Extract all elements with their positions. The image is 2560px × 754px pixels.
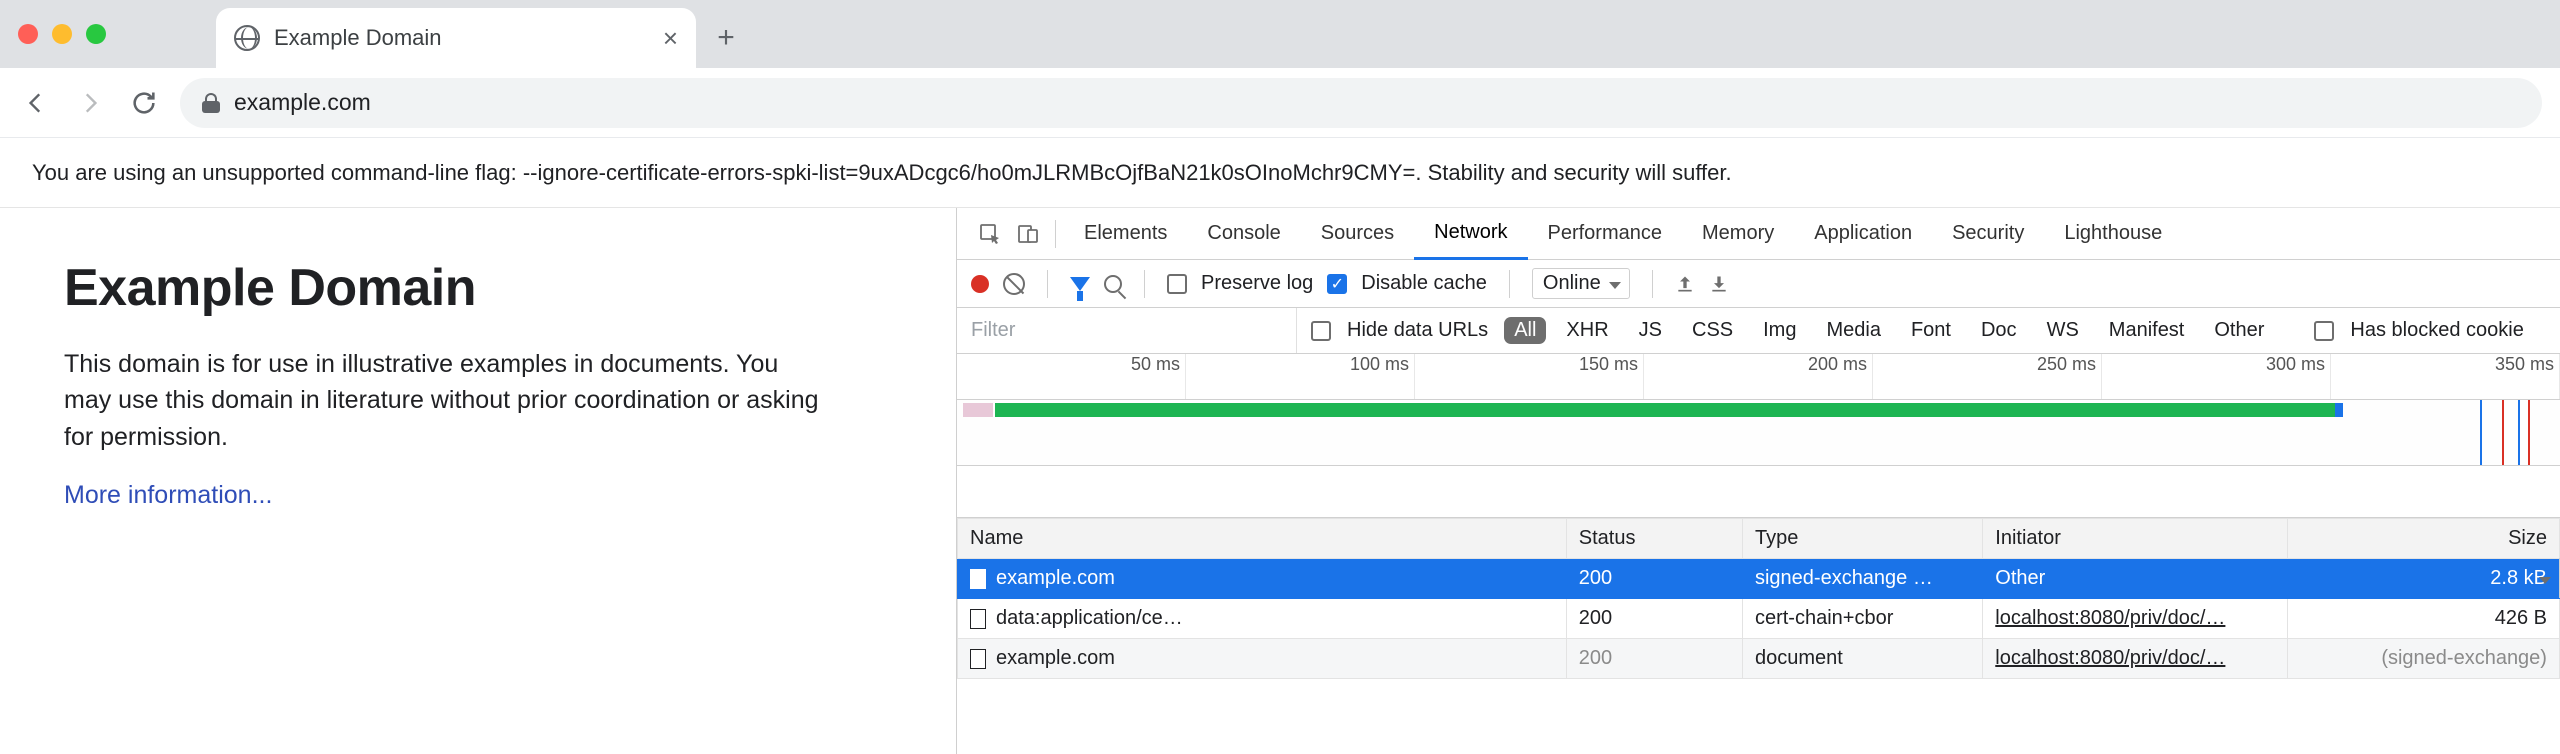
filter-type-font[interactable]: Font xyxy=(1901,317,1961,344)
devtools-tab-network[interactable]: Network xyxy=(1414,208,1527,260)
url-text: example.com xyxy=(234,89,371,116)
devtools-tab-application[interactable]: Application xyxy=(1794,208,1932,260)
timeline-tick: 200 ms xyxy=(1644,354,1873,399)
tab-close-icon[interactable]: × xyxy=(663,23,678,54)
timeline-tick: 150 ms xyxy=(1415,354,1644,399)
page-content: Example Domain This domain is for use in… xyxy=(0,208,956,754)
column-header-size[interactable]: Size xyxy=(2287,519,2559,559)
timeline-tick: 50 ms xyxy=(957,354,1186,399)
inspect-element-icon[interactable] xyxy=(971,222,1009,246)
globe-icon xyxy=(234,25,260,51)
window-controls xyxy=(18,24,106,44)
filter-type-other[interactable]: Other xyxy=(2204,317,2274,344)
filter-type-all[interactable]: All xyxy=(1504,317,1546,344)
new-tab-button[interactable]: + xyxy=(696,8,756,68)
timeline-tick: 300 ms xyxy=(2102,354,2331,399)
filter-type-doc[interactable]: Doc xyxy=(1971,317,2027,344)
page-heading: Example Domain xyxy=(64,258,892,318)
devtools-tab-bar: ElementsConsoleSourcesNetworkPerformance… xyxy=(957,208,2560,260)
filter-type-js[interactable]: JS xyxy=(1629,317,1672,344)
timeline-tick: 350 ms xyxy=(2331,354,2560,399)
warning-text: You are using an unsupported command-lin… xyxy=(32,160,1732,186)
zoom-window-button[interactable] xyxy=(86,24,106,44)
has-blocked-cookies-checkbox[interactable] xyxy=(2314,321,2334,341)
network-row[interactable]: example.com200signed-exchange …Other2.8 … xyxy=(958,559,2560,599)
timeline-overview[interactable] xyxy=(957,400,2560,466)
timeline-ruler[interactable]: 50 ms100 ms150 ms200 ms250 ms300 ms350 m… xyxy=(957,354,2560,400)
more-info-link[interactable]: More information... xyxy=(64,481,272,509)
reload-button[interactable] xyxy=(126,85,162,121)
filter-type-media[interactable]: Media xyxy=(1816,317,1890,344)
devtools-tab-lighthouse[interactable]: Lighthouse xyxy=(2044,208,2182,260)
devtools-tab-sources[interactable]: Sources xyxy=(1301,208,1414,260)
preserve-log-checkbox[interactable] xyxy=(1167,274,1187,294)
hide-data-urls-label: Hide data URLs xyxy=(1347,319,1488,342)
upload-har-icon[interactable] xyxy=(1675,274,1695,294)
file-icon xyxy=(970,609,986,629)
warning-banner: You are using an unsupported command-lin… xyxy=(0,138,2560,208)
tab-title: Example Domain xyxy=(274,25,649,51)
has-blocked-cookies-label: Has blocked cookie xyxy=(2350,319,2523,342)
column-header-name[interactable]: Name xyxy=(958,519,1567,559)
network-toolbar: Preserve log ✓ Disable cache Online xyxy=(957,260,2560,308)
filter-type-img[interactable]: Img xyxy=(1753,317,1806,344)
timeline-detail xyxy=(957,466,2560,518)
browser-tab[interactable]: Example Domain × xyxy=(216,8,696,68)
devtools-tab-memory[interactable]: Memory xyxy=(1682,208,1794,260)
hide-data-urls-checkbox[interactable] xyxy=(1311,321,1331,341)
clear-button[interactable] xyxy=(1003,273,1025,295)
search-icon[interactable] xyxy=(1104,275,1122,293)
close-window-button[interactable] xyxy=(18,24,38,44)
record-button[interactable] xyxy=(971,275,989,293)
network-filter-bar: Filter Hide data URLs All XHR JS CSS Img Medi… xyxy=(957,308,2560,354)
devtools-panel: ElementsConsoleSourcesNetworkPerformance… xyxy=(956,208,2560,754)
filter-input[interactable]: Filter xyxy=(957,308,1297,353)
omnibox[interactable]: example.com xyxy=(180,78,2542,128)
devtools-tab-performance[interactable]: Performance xyxy=(1528,208,1683,260)
download-har-icon[interactable] xyxy=(1709,274,1729,294)
column-header-type[interactable]: Type xyxy=(1742,519,1982,559)
filter-type-xhr[interactable]: XHR xyxy=(1556,317,1618,344)
filter-icon[interactable] xyxy=(1070,277,1090,291)
disable-cache-checkbox[interactable]: ✓ xyxy=(1327,274,1347,294)
address-bar: example.com xyxy=(0,68,2560,138)
filter-type-css[interactable]: CSS xyxy=(1682,317,1743,344)
filter-type-manifest[interactable]: Manifest xyxy=(2099,317,2195,344)
page-paragraph: This domain is for use in illustrative e… xyxy=(64,346,824,455)
disable-cache-label: Disable cache xyxy=(1361,272,1487,295)
timeline-tick: 250 ms xyxy=(1873,354,2102,399)
timeline-tick: 100 ms xyxy=(1186,354,1415,399)
file-icon xyxy=(970,649,986,669)
filter-type-ws[interactable]: WS xyxy=(2037,317,2089,344)
file-icon xyxy=(970,569,986,589)
minimize-window-button[interactable] xyxy=(52,24,72,44)
network-table: NameStatusTypeInitiatorSize example.com2… xyxy=(957,518,2560,679)
throttling-select[interactable]: Online xyxy=(1532,268,1630,299)
tab-strip: Example Domain × + xyxy=(0,0,2560,68)
preserve-log-label: Preserve log xyxy=(1201,272,1313,295)
lock-icon xyxy=(202,93,220,113)
devtools-tab-security[interactable]: Security xyxy=(1932,208,2044,260)
network-row[interactable]: data:application/ce…200cert-chain+cborlo… xyxy=(958,599,2560,639)
devtools-tab-console[interactable]: Console xyxy=(1187,208,1300,260)
column-header-status[interactable]: Status xyxy=(1566,519,1742,559)
network-row[interactable]: example.com200documentlocalhost:8080/pri… xyxy=(958,639,2560,679)
forward-button[interactable] xyxy=(72,85,108,121)
column-header-initiator[interactable]: Initiator xyxy=(1983,519,2287,559)
devtools-tab-elements[interactable]: Elements xyxy=(1064,208,1187,260)
back-button[interactable] xyxy=(18,85,54,121)
device-mode-icon[interactable] xyxy=(1009,222,1047,246)
